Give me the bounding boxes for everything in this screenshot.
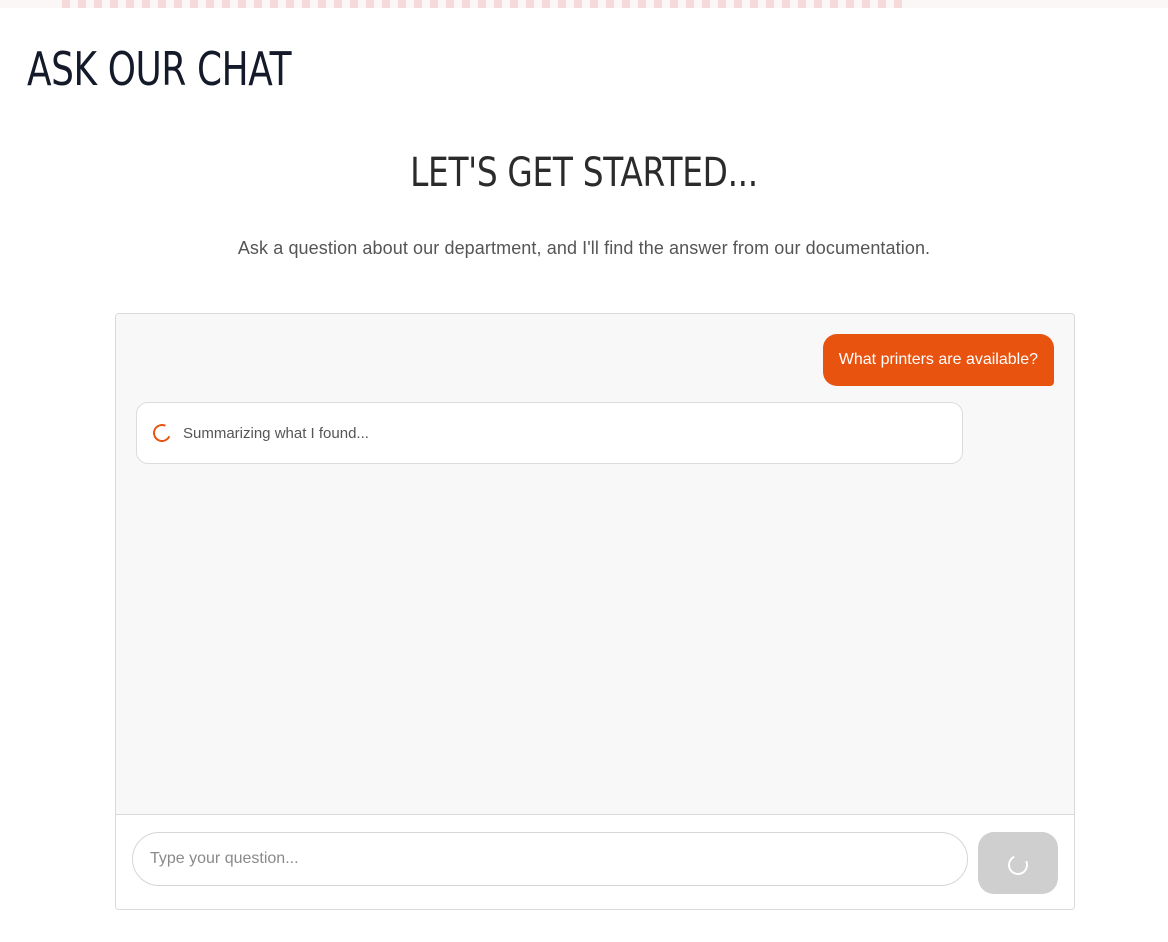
- chat-panel: What printers are available? Summarizing…: [115, 313, 1075, 910]
- hero-subtitle: Ask a question about our department, and…: [237, 238, 931, 258]
- hero-title: LET'S GET STARTED...: [410, 150, 758, 196]
- assistant-status-text: Summarizing what I found...: [183, 424, 369, 442]
- chat-input-row: [116, 816, 1074, 909]
- question-input[interactable]: [132, 832, 968, 886]
- assistant-message-bubble: Summarizing what I found...: [136, 402, 963, 464]
- page-title: ASK OUR CHAT: [27, 42, 292, 96]
- chat-messages-area[interactable]: What printers are available? Summarizing…: [116, 314, 1074, 815]
- send-button[interactable]: [978, 832, 1058, 894]
- top-decorative-strip: [0, 0, 1168, 8]
- loading-spinner-icon: [150, 421, 174, 445]
- user-message-bubble: What printers are available?: [822, 334, 1054, 386]
- user-message-text: What printers are available?: [838, 351, 1038, 368]
- top-strip-pattern: [62, 0, 904, 8]
- send-spinner-icon: [1005, 852, 1031, 878]
